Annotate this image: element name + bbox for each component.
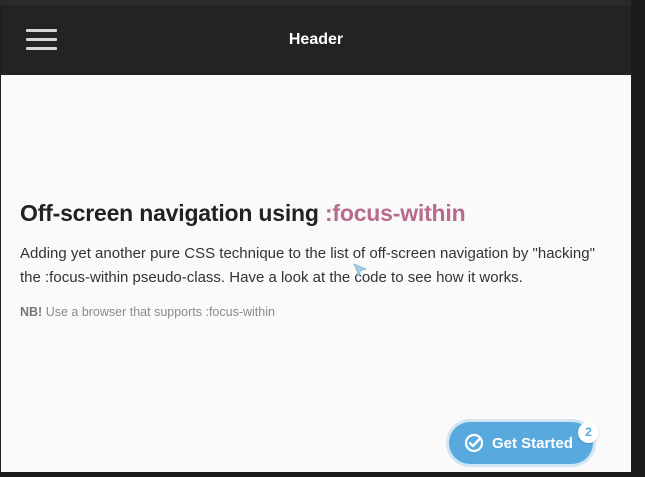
menu-line	[26, 47, 57, 50]
get-started-label: Get Started	[492, 435, 573, 452]
menu-line	[26, 38, 57, 41]
browser-note: NB! Use a browser that supports :focus-w…	[20, 305, 600, 319]
window-right-strip	[631, 0, 645, 477]
window-bottom-strip	[0, 472, 645, 477]
header-title: Header	[288, 31, 344, 48]
page-title-accent: :focus-within	[324, 200, 466, 226]
check-circle-icon	[464, 433, 484, 453]
note-label: NB!	[20, 305, 43, 319]
page-description: Adding yet another pure CSS technique to…	[20, 245, 595, 286]
site-header: Header	[1, 5, 631, 75]
note-text: Use a browser that supports :focus-withi…	[42, 305, 275, 319]
hamburger-menu-icon[interactable]	[26, 29, 57, 51]
get-started-button[interactable]: Get Started	[449, 422, 593, 464]
main-content: Off-screen navigation using :focus-withi…	[20, 200, 600, 319]
notification-badge: 2	[578, 422, 599, 443]
page-title-prefix: Off-screen navigation using	[20, 200, 325, 226]
page-title: Off-screen navigation using :focus-withi…	[20, 200, 600, 227]
menu-line	[26, 29, 57, 32]
